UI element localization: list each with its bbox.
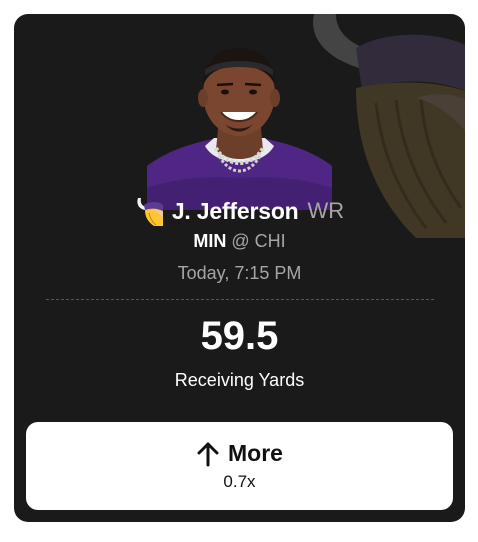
payout-multiplier: 0.7x <box>223 472 256 491</box>
matchup: MIN @ CHI <box>14 231 465 252</box>
game-time: Today, 7:15 PM <box>177 263 302 283</box>
matchup-separator: @ <box>231 231 250 251</box>
more-pick-button[interactable]: More 0.7x <box>26 422 453 510</box>
player-name: J. Jefferson <box>171 197 299 224</box>
player-position: WR <box>307 198 345 223</box>
matchup-team: MIN <box>193 231 227 251</box>
player-prop-card[interactable]: J. Jefferson WR MIN @ CHI Today, 7:15 PM… <box>14 14 465 522</box>
vikings-logo-icon <box>137 198 163 226</box>
projection-line: 59.5 <box>200 314 279 358</box>
pick-main: More <box>26 440 453 467</box>
player-name-row: J. Jefferson WR <box>14 194 465 228</box>
matchup-opponent: CHI <box>254 231 286 251</box>
arrow-up-icon <box>197 442 219 466</box>
divider <box>46 299 434 300</box>
player-headshot <box>147 48 332 210</box>
stat-type-label: Receiving Yards <box>174 370 305 390</box>
pick-label: More <box>228 440 283 466</box>
